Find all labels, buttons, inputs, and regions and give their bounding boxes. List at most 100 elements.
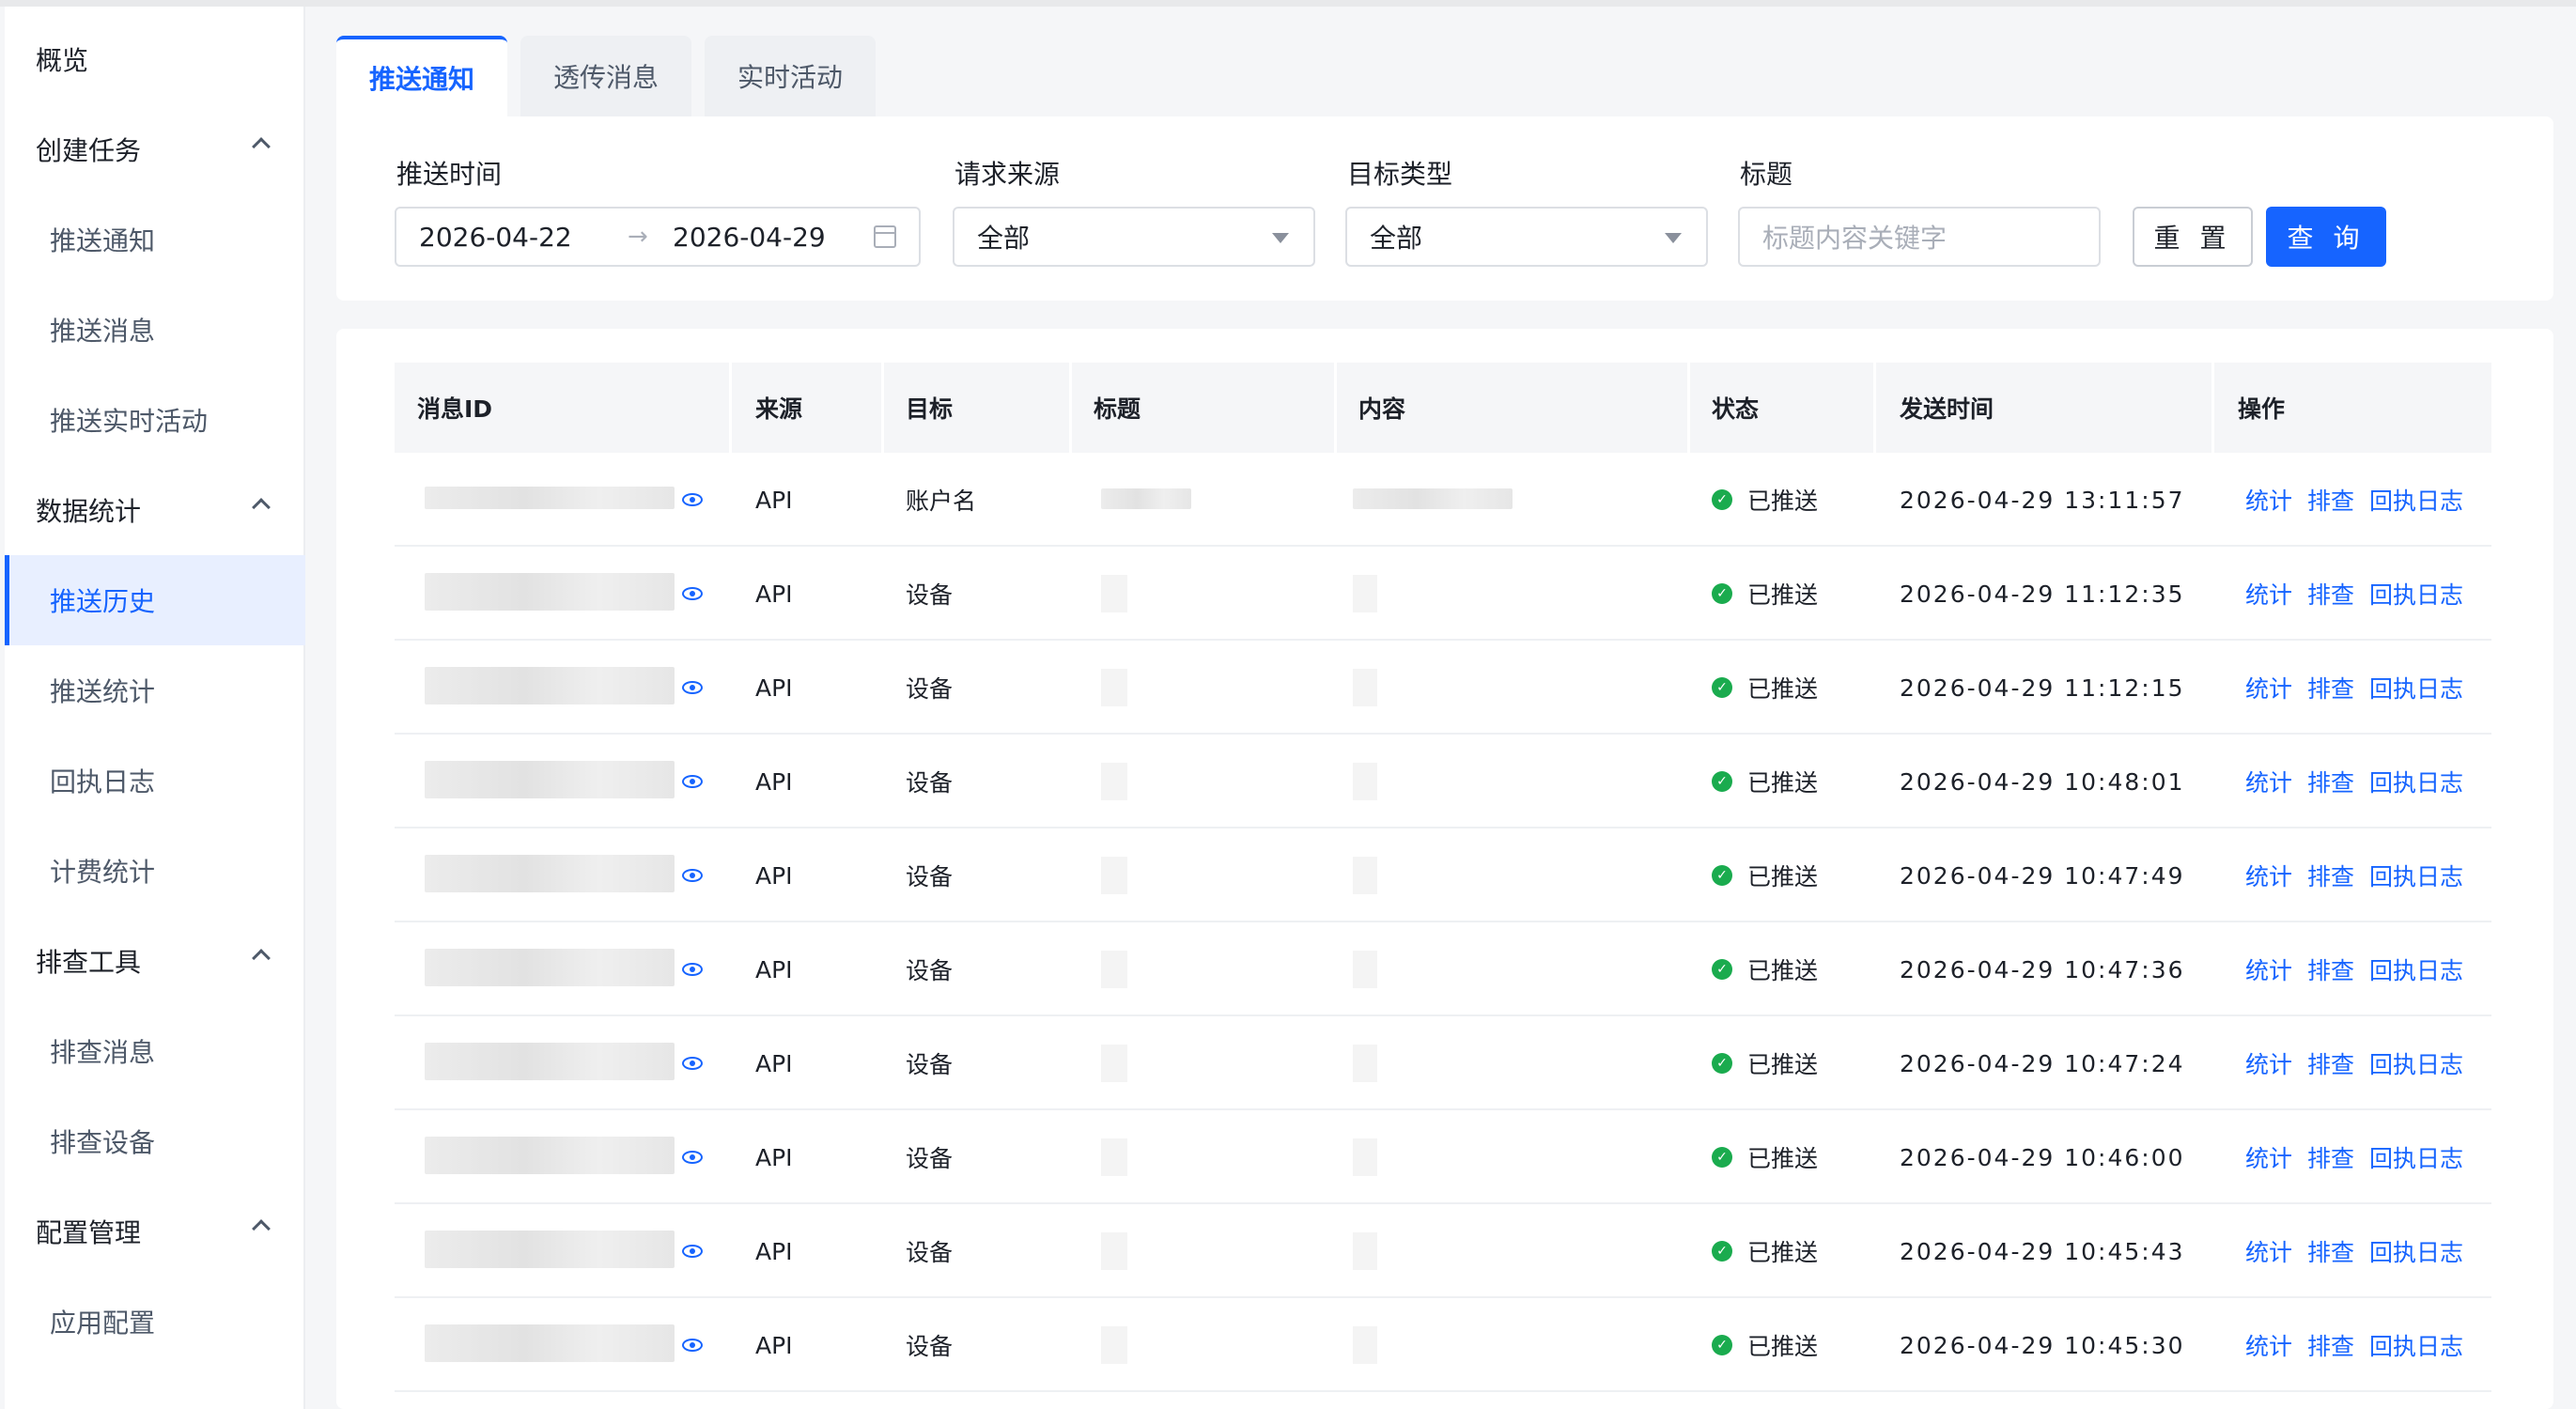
debug-link[interactable]: 排查 <box>2307 1328 2354 1362</box>
cell-status: ✓ 已推送 <box>1712 922 1818 1016</box>
sidebar-group-config[interactable]: 配置管理 <box>5 1186 305 1277</box>
eye-icon[interactable] <box>682 1339 703 1352</box>
sidebar-item-push-message[interactable]: 推送消息 <box>5 285 305 375</box>
eye-icon[interactable] <box>682 869 703 882</box>
table-row: API 设备 ✓ 已推送 2026-04-29 10:48:01 统计 排查 回… <box>395 735 2491 828</box>
cell-source: API <box>755 1049 793 1077</box>
query-button[interactable]: 查 询 <box>2266 207 2386 267</box>
check-circle-icon: ✓ <box>1712 865 1732 886</box>
stats-link[interactable]: 统计 <box>2245 1046 2292 1080</box>
sidebar-item-push-notification[interactable]: 推送通知 <box>5 194 305 285</box>
redacted-message-id <box>425 1043 675 1080</box>
redacted-title <box>1101 951 1127 988</box>
table-row: API 设备 ✓ 已推送 2026-04-29 10:47:24 统计 排查 回… <box>395 1016 2491 1110</box>
eye-icon[interactable] <box>682 493 703 506</box>
sidebar-item-label: 创建任务 <box>36 135 142 166</box>
cell-source: API <box>755 674 793 702</box>
receipt-log-link[interactable]: 回执日志 <box>2369 859 2463 892</box>
check-circle-icon: ✓ <box>1712 489 1732 510</box>
cell-send-time: 2026-04-29 10:47:24 <box>1900 1049 2185 1077</box>
receipt-log-link[interactable]: 回执日志 <box>2369 671 2463 704</box>
receipt-log-link[interactable]: 回执日志 <box>2369 765 2463 798</box>
tab-passthrough-message[interactable]: 透传消息 <box>520 36 691 116</box>
receipt-log-link[interactable]: 回执日志 <box>2369 1234 2463 1268</box>
stats-link[interactable]: 统计 <box>2245 1328 2292 1362</box>
debug-link[interactable]: 排查 <box>2307 1234 2354 1268</box>
check-circle-icon: ✓ <box>1712 771 1732 792</box>
sidebar-item-billing-stats[interactable]: 计费统计 <box>5 826 305 916</box>
sidebar-item-push-history[interactable]: 推送历史 <box>5 555 305 645</box>
column-header-message-id: 消息ID <box>417 395 493 423</box>
sidebar-item-overview[interactable]: 概览 <box>5 14 305 104</box>
debug-link[interactable]: 排查 <box>2307 1046 2354 1080</box>
receipt-log-link[interactable]: 回执日志 <box>2369 1328 2463 1362</box>
column-header-actions: 操作 <box>2238 395 2286 423</box>
eye-icon[interactable] <box>682 587 703 600</box>
sidebar-group-data-stats[interactable]: 数据统计 <box>5 465 305 555</box>
sidebar-item-push-live-activity[interactable]: 推送实时活动 <box>5 375 305 465</box>
eye-icon[interactable] <box>682 1151 703 1164</box>
debug-link[interactable]: 排查 <box>2307 671 2354 704</box>
cell-status: ✓ 已推送 <box>1712 735 1818 828</box>
date-start[interactable]: 2026-04-22 <box>419 222 572 253</box>
receipt-log-link[interactable]: 回执日志 <box>2369 1140 2463 1174</box>
cell-target: 设备 <box>906 769 954 797</box>
redacted-title <box>1101 575 1127 612</box>
stats-link[interactable]: 统计 <box>2245 671 2292 704</box>
source-select[interactable]: 全部 <box>953 207 1315 267</box>
debug-link[interactable]: 排查 <box>2307 952 2354 986</box>
column-header-title: 标题 <box>1094 395 1141 423</box>
sidebar-group-create-task[interactable]: 创建任务 <box>5 104 305 194</box>
date-range-picker[interactable]: 2026-04-22 → 2026-04-29 <box>395 207 921 267</box>
tab-push-notification[interactable]: 推送通知 <box>336 36 507 116</box>
eye-icon[interactable] <box>682 1245 703 1258</box>
column-divider <box>881 363 884 453</box>
stats-link[interactable]: 统计 <box>2245 1234 2292 1268</box>
debug-link[interactable]: 排查 <box>2307 577 2354 611</box>
sidebar-group-debug-tools[interactable]: 排查工具 <box>5 916 305 1006</box>
eye-icon[interactable] <box>682 775 703 788</box>
redacted-content <box>1353 1045 1377 1082</box>
receipt-log-link[interactable]: 回执日志 <box>2369 1046 2463 1080</box>
stats-link[interactable]: 统计 <box>2245 765 2292 798</box>
sidebar-item-push-stats[interactable]: 推送统计 <box>5 645 305 735</box>
redacted-message-id <box>425 855 675 892</box>
date-end[interactable]: 2026-04-29 <box>673 222 826 253</box>
cell-actions: 统计 排查 回执日志 <box>2245 547 2478 641</box>
receipt-log-link[interactable]: 回执日志 <box>2369 952 2463 986</box>
reset-button[interactable]: 重 置 <box>2133 207 2253 267</box>
sidebar-item-label: 推送通知 <box>50 225 156 256</box>
eye-icon[interactable] <box>682 681 703 694</box>
debug-link[interactable]: 排查 <box>2307 483 2354 517</box>
redacted-content <box>1353 1326 1377 1364</box>
stats-link[interactable]: 统计 <box>2245 483 2292 517</box>
title-search-input[interactable]: 标题内容关键字 <box>1738 207 2101 267</box>
cell-status: ✓ 已推送 <box>1712 547 1818 641</box>
sidebar-item-label: 数据统计 <box>36 496 142 527</box>
sidebar-item-label: 排查消息 <box>50 1037 156 1068</box>
sidebar-item-receipt-log[interactable]: 回执日志 <box>5 735 305 826</box>
debug-link[interactable]: 排查 <box>2307 1140 2354 1174</box>
cell-actions: 统计 排查 回执日志 <box>2245 1298 2478 1392</box>
stats-link[interactable]: 统计 <box>2245 1140 2292 1174</box>
eye-icon[interactable] <box>682 963 703 976</box>
stats-link[interactable]: 统计 <box>2245 859 2292 892</box>
sidebar-item-debug-device[interactable]: 排查设备 <box>5 1096 305 1186</box>
column-header-target: 目标 <box>906 395 954 423</box>
stats-link[interactable]: 统计 <box>2245 952 2292 986</box>
sidebar-item-debug-message[interactable]: 排查消息 <box>5 1006 305 1096</box>
debug-link[interactable]: 排查 <box>2307 765 2354 798</box>
receipt-log-link[interactable]: 回执日志 <box>2369 483 2463 517</box>
check-circle-icon: ✓ <box>1712 1053 1732 1074</box>
receipt-log-link[interactable]: 回执日志 <box>2369 577 2463 611</box>
eye-icon[interactable] <box>682 1057 703 1070</box>
debug-link[interactable]: 排查 <box>2307 859 2354 892</box>
sidebar-item-app-config[interactable]: 应用配置 <box>5 1277 305 1367</box>
table-row: API 设备 ✓ 已推送 2026-04-29 10:47:49 统计 排查 回… <box>395 828 2491 922</box>
cell-status: ✓ 已推送 <box>1712 453 1818 547</box>
target-type-select[interactable]: 全部 <box>1345 207 1708 267</box>
redacted-content <box>1353 669 1377 706</box>
stats-link[interactable]: 统计 <box>2245 577 2292 611</box>
tab-live-activity[interactable]: 实时活动 <box>705 36 876 116</box>
check-circle-icon: ✓ <box>1712 583 1732 604</box>
